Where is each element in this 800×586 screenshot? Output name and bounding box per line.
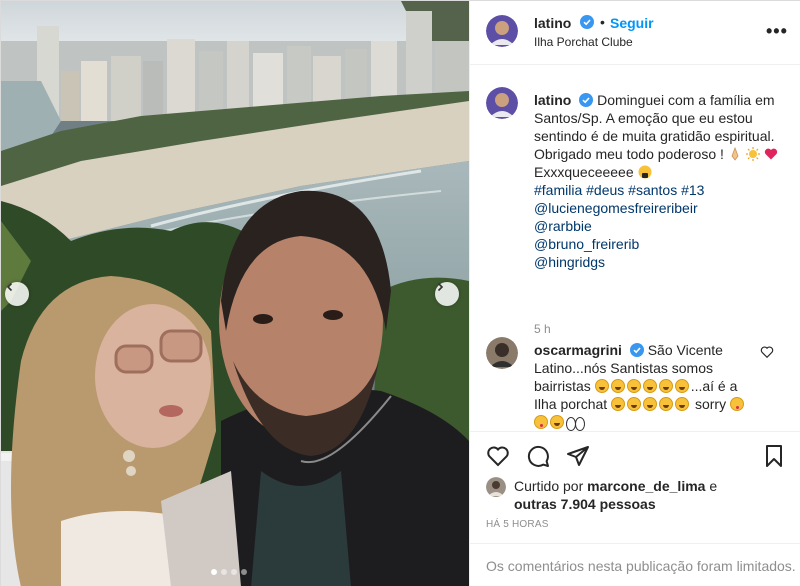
laughing-emoji-icon	[626, 379, 641, 393]
shush-emoji-icon	[638, 165, 652, 179]
comment-text-3: sorry	[694, 396, 727, 412]
comment-like-heart-icon[interactable]	[760, 345, 774, 359]
follow-button[interactable]: Seguir	[610, 15, 654, 31]
share-icon[interactable]	[566, 444, 590, 468]
comment-text-block: oscarmagrini São Vicente Latino...nós Sa…	[534, 341, 752, 431]
verified-badge-icon	[629, 343, 644, 357]
carousel-dot	[241, 569, 247, 575]
commenter-username[interactable]: oscarmagrini	[534, 342, 622, 358]
post-location[interactable]: Ilha Porchat Clube	[534, 35, 633, 49]
caption-mention[interactable]: @rarbbie	[534, 217, 778, 235]
caption-mention[interactable]: @bruno_freirerib	[534, 235, 778, 253]
comment-limit-footer: Os comentários nesta publicação foram li…	[470, 543, 800, 586]
red-heart-emoji-icon	[764, 148, 777, 160]
laughing-emoji-icon	[643, 397, 658, 411]
author-avatar[interactable]	[486, 15, 518, 47]
laughing-emoji-icon	[610, 379, 625, 393]
caption-avatar[interactable]	[486, 87, 518, 119]
caption-timestamp[interactable]: 5 h	[534, 322, 551, 336]
next-slide-button[interactable]	[435, 282, 459, 306]
commenter-avatar[interactable]	[486, 337, 518, 369]
liker-avatar[interactable]	[486, 477, 506, 497]
bookmark-icon[interactable]	[762, 444, 786, 468]
kiss-emoji-icon	[534, 415, 548, 429]
liked-others[interactable]: outras 7.904 pessoas	[514, 496, 656, 512]
laughing-emoji-icon	[674, 379, 689, 393]
liked-conj: e	[709, 478, 718, 494]
carousel-indicator	[211, 569, 247, 575]
carousel-dot	[221, 569, 227, 575]
selfie-image	[1, 1, 469, 586]
heart-icon[interactable]	[486, 444, 510, 468]
eyes-emoji-icon	[566, 417, 585, 431]
caption-mention[interactable]: @lucienegomesfreireribeir	[534, 199, 778, 217]
liked-prefix: Curtido por	[514, 478, 584, 494]
avatar-image	[486, 337, 518, 369]
caption-hashtags[interactable]: #familia #deus #santos #13	[534, 181, 778, 199]
action-bar	[470, 431, 800, 475]
post-header: latino • Seguir Ilha Porchat Clube •••	[470, 1, 800, 65]
kiss-emoji-icon	[729, 397, 744, 411]
verified-badge-icon	[580, 15, 594, 29]
liked-by-text: Curtido por marcone_de_lima e outras 7.9…	[514, 477, 717, 513]
sun-emoji-icon	[745, 147, 760, 161]
previous-slide-button[interactable]	[5, 282, 29, 306]
carousel-dot	[211, 569, 217, 575]
caption-text-block: latino Dominguei com a família em Santos…	[534, 91, 778, 271]
laughing-emoji-icon	[658, 379, 673, 393]
laughing-emoji-icon	[627, 397, 642, 411]
liked-by: Curtido por marcone_de_lima e outras 7.9…	[486, 475, 786, 515]
author-username[interactable]: latino	[534, 15, 571, 31]
carousel-dot	[231, 569, 237, 575]
laughing-emoji-icon	[594, 379, 609, 393]
liked-user[interactable]: marcone_de_lima	[587, 478, 705, 494]
posted-time[interactable]: HÁ 5 HORAS	[486, 519, 549, 530]
laughing-emoji-icon	[659, 397, 674, 411]
comment-icon[interactable]	[526, 444, 550, 468]
instagram-post: latino • Seguir Ilha Porchat Clube ••• l…	[0, 0, 800, 586]
avatar-image	[486, 477, 506, 497]
post-photo[interactable]	[1, 1, 469, 586]
chevron-left-icon	[6, 282, 13, 292]
grin-emoji-icon	[550, 415, 564, 429]
avatar-image	[486, 15, 518, 47]
avatar-image	[486, 87, 518, 119]
header-separator: •	[600, 14, 605, 30]
post-side-panel: latino • Seguir Ilha Porchat Clube ••• l…	[469, 1, 800, 586]
laughing-emoji-icon	[642, 379, 657, 393]
laughing-emoji-icon	[675, 397, 690, 411]
chevron-right-icon	[437, 282, 444, 292]
more-options-icon[interactable]: •••	[766, 21, 788, 42]
caption-line-2: Exxxqueceeeee	[534, 164, 634, 180]
verified-badge-icon	[579, 93, 594, 107]
caption-username[interactable]: latino	[534, 92, 571, 108]
laughing-emoji-icon	[611, 397, 626, 411]
caption-mention[interactable]: @hingridgs	[534, 253, 778, 271]
comments-limited-notice: Os comentários nesta publicação foram li…	[486, 558, 796, 574]
comments-section: latino Dominguei com a família em Santos…	[470, 65, 800, 431]
praying-hands-emoji-icon	[731, 146, 739, 161]
